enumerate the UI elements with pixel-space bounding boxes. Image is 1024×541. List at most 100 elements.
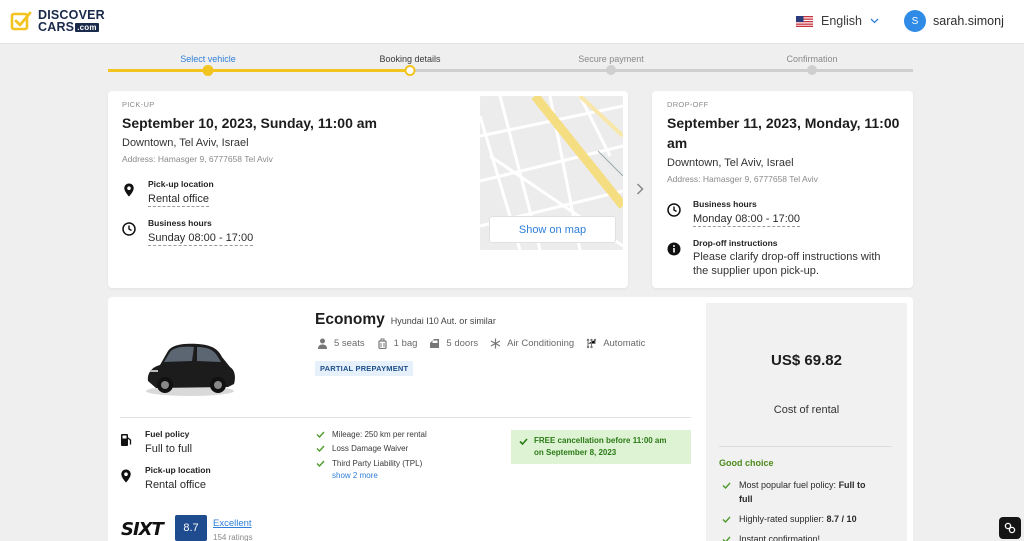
pickup-hours-row: Business hours Sunday 08:00 - 17:00 bbox=[122, 218, 254, 246]
dropoff-section-label: DROP-OFF bbox=[667, 100, 709, 109]
step-select-vehicle[interactable]: Select vehicle bbox=[180, 54, 236, 64]
seats-label: 5 seats bbox=[334, 338, 365, 349]
good-choice-item2-text: Highly-rated supplier: bbox=[739, 514, 827, 524]
info-icon bbox=[667, 242, 681, 256]
feature-doors: 5 doors bbox=[429, 338, 478, 349]
car-pickup-location-row: Pick-up location Rental office bbox=[119, 465, 211, 493]
car-pickup-location-value: Rental office bbox=[145, 479, 206, 491]
price-panel-divider bbox=[719, 446, 892, 447]
car-pickup-location-title: Pick-up location bbox=[145, 465, 211, 475]
good-choice-item: Instant confirmation! bbox=[722, 533, 820, 541]
car-card-divider bbox=[120, 417, 691, 418]
ac-label: Air Conditioning bbox=[507, 338, 575, 349]
snowflake-icon bbox=[490, 338, 501, 349]
good-choice-item: Highly-rated supplier: 8.7 / 10 bbox=[722, 513, 857, 527]
pickup-section-label: PICK-UP bbox=[122, 100, 155, 109]
car-features: 5 seats 1 bag 5 doors Air Conditioning A… bbox=[317, 338, 645, 349]
link-icon bbox=[1004, 522, 1016, 534]
step-dot-booking-details bbox=[404, 65, 416, 76]
pickup-hours-value[interactable]: Sunday 08:00 - 17:00 bbox=[148, 232, 254, 246]
car-image bbox=[146, 343, 235, 396]
included-item-label: Third Party Liability (TPL) bbox=[332, 458, 423, 468]
car-door-icon bbox=[430, 339, 440, 348]
good-choice-item3-text: Instant confirmation! bbox=[739, 534, 821, 541]
good-choice-item1-bold: Full to bbox=[838, 480, 866, 490]
dropoff-hours-row: Business hours Monday 08:00 - 17:00 bbox=[667, 199, 801, 227]
check-icon bbox=[316, 445, 325, 453]
feature-ac: Air Conditioning bbox=[490, 338, 574, 349]
fuel-policy-title: Fuel policy bbox=[145, 429, 190, 439]
good-choice-item2-bold: 8.7 / 10 bbox=[826, 514, 857, 524]
pickup-datetime: September 10, 2023, Sunday, 11:00 am bbox=[122, 115, 377, 131]
map-pin-icon bbox=[124, 183, 134, 197]
included-item-label: Loss Damage Waiver bbox=[332, 444, 409, 454]
good-choice-item1-line2: full bbox=[739, 493, 753, 504]
good-choice-item1-text: Most popular fuel policy: bbox=[739, 480, 839, 490]
dropoff-instructions-title: Drop-off instructions bbox=[693, 238, 778, 248]
cost-of-rental-label: Cost of rental bbox=[773, 404, 840, 416]
pickup-city: Downtown, Tel Aviv, Israel bbox=[122, 137, 249, 149]
supplier-rating-count: 154 ratings bbox=[213, 533, 253, 541]
booking-progress-stepper: Select vehicle Booking details Secure pa… bbox=[108, 52, 913, 82]
person-icon bbox=[318, 338, 327, 349]
check-icon bbox=[316, 431, 325, 438]
user-menu[interactable]: S sarah.simonj bbox=[904, 10, 1004, 32]
pickup-map[interactable]: Show on map bbox=[480, 96, 623, 250]
bags-label: 1 bag bbox=[393, 338, 418, 349]
transmission-label: Automatic bbox=[603, 338, 646, 349]
chevron-down-icon bbox=[870, 18, 879, 24]
dropoff-instructions-row: Drop-off instructions Please clarify dro… bbox=[667, 238, 881, 277]
feature-bags: 1 bag bbox=[377, 338, 418, 349]
included-item: Third Party Liability (TPL) bbox=[316, 456, 427, 471]
pickup-address: Address: Hamasger 9, 6777658 Tel Aviv bbox=[122, 154, 273, 164]
check-icon bbox=[722, 536, 731, 541]
dropoff-city: Downtown, Tel Aviv, Israel bbox=[667, 157, 794, 169]
floating-widget-button[interactable] bbox=[999, 517, 1021, 539]
language-selector[interactable]: English bbox=[796, 14, 879, 28]
included-item: Mileage: 250 km per rental bbox=[316, 427, 427, 442]
check-icon bbox=[722, 482, 731, 489]
check-icon bbox=[316, 460, 325, 467]
pickup-hours-title: Business hours bbox=[148, 218, 212, 228]
clock-icon bbox=[122, 222, 136, 236]
dropoff-address: Address: Hamasger 9, 6777658 Tel Aviv bbox=[667, 174, 818, 184]
free-cancellation-box: FREE cancellation before 11:00 am on Sep… bbox=[511, 430, 691, 464]
dropoff-datetime-line1: September 11, 2023, Monday, 11:00 bbox=[667, 115, 900, 131]
gearshift-icon bbox=[586, 338, 597, 349]
logo-line2: CARS bbox=[38, 20, 75, 34]
step-booking-details: Booking details bbox=[379, 54, 441, 64]
progress-track-pending bbox=[410, 69, 913, 72]
discovercars-logo[interactable]: DISCOVER CARS .com bbox=[10, 9, 105, 33]
included-features-list: Mileage: 250 km per rental Loss Damage W… bbox=[316, 427, 427, 480]
dropoff-hours-value[interactable]: Monday 08:00 - 17:00 bbox=[693, 213, 801, 227]
step-dot-secure-payment bbox=[606, 65, 616, 75]
dropoff-hours-title: Business hours bbox=[693, 199, 757, 209]
good-choice-heading: Good choice bbox=[719, 458, 774, 468]
clock-icon bbox=[667, 203, 681, 217]
logo-check-icon bbox=[10, 11, 32, 31]
supplier-logo: SIXT bbox=[121, 519, 164, 540]
show-more-link[interactable]: show 2 more bbox=[332, 471, 427, 480]
dropoff-datetime-line2: am bbox=[667, 135, 688, 151]
map-pin-icon bbox=[121, 469, 131, 483]
partial-prepayment-badge: PARTIAL PREPAYMENT bbox=[315, 361, 414, 376]
logo-wordmark: DISCOVER CARS .com bbox=[38, 9, 105, 34]
free-cancellation-line1: FREE cancellation before 11:00 am bbox=[534, 436, 667, 445]
progress-track-done bbox=[108, 69, 410, 72]
supplier-rating-link[interactable]: Excellent bbox=[213, 518, 252, 529]
doors-label: 5 doors bbox=[446, 338, 479, 349]
car-model: Hyundai I10 Aut. or similar bbox=[390, 316, 496, 326]
feature-transmission: Automatic bbox=[586, 338, 645, 349]
rental-price: US$ 69.82 bbox=[771, 352, 842, 369]
show-on-map-button[interactable]: Show on map bbox=[489, 216, 616, 243]
supplier-rating-score: 8.7 bbox=[175, 515, 207, 541]
fuel-policy-value: Full to full bbox=[145, 443, 193, 455]
check-icon bbox=[519, 438, 528, 445]
included-item: Loss Damage Waiver bbox=[316, 442, 427, 457]
pickup-location-title: Pick-up location bbox=[148, 179, 214, 189]
fuel-pump-icon bbox=[121, 434, 132, 446]
pickup-location-value[interactable]: Rental office bbox=[148, 193, 209, 207]
good-choice-item: Most popular fuel policy: Full to full bbox=[722, 479, 866, 506]
luggage-icon bbox=[378, 338, 387, 349]
check-icon bbox=[722, 516, 731, 523]
